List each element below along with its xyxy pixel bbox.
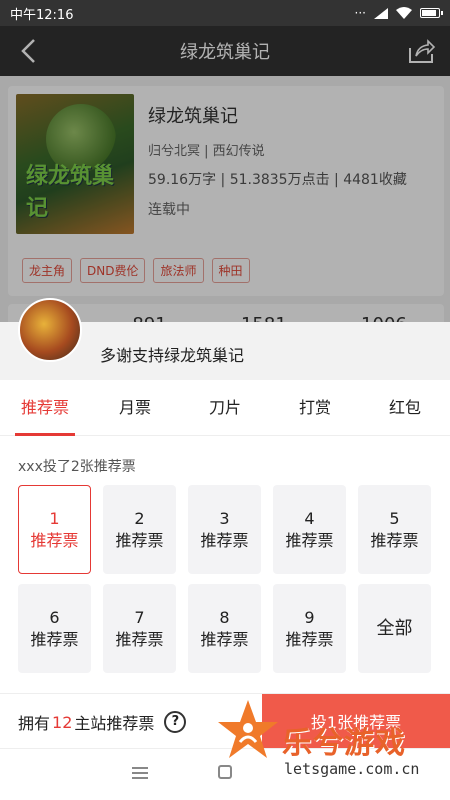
ticket-label: 推荐票	[285, 629, 334, 649]
owned-count: 12	[52, 712, 73, 732]
tab-monthly-ticket[interactable]: 月票	[95, 380, 175, 436]
tab-recommend-ticket[interactable]: 推荐票	[5, 380, 85, 436]
ticket-count: 5	[389, 508, 400, 528]
ticket-label: 推荐票	[30, 530, 79, 550]
watermark: 乐兮游戏 letsgame.com.cn	[216, 698, 450, 800]
ticket-label: 推荐票	[115, 530, 164, 550]
status-icons: ···	[354, 6, 443, 20]
ticket-label: 推荐票	[30, 629, 79, 649]
battery-icon	[420, 8, 443, 18]
menu-icon[interactable]	[132, 767, 148, 779]
book-avatar	[18, 298, 82, 362]
vote-tabs: 推荐票 月票 刀片 打赏 红包	[0, 380, 450, 436]
ticket-count: 9	[304, 607, 315, 627]
ticket-option-1[interactable]: 1 推荐票	[18, 485, 91, 574]
owned-suffix: 主站推荐票	[74, 714, 155, 733]
ticket-option-5[interactable]: 5 推荐票	[358, 485, 431, 574]
tab-blade[interactable]: 刀片	[185, 380, 265, 436]
ticket-label: 推荐票	[115, 629, 164, 649]
ticket-option-9[interactable]: 9 推荐票	[273, 584, 346, 673]
tab-tip[interactable]: 打赏	[275, 380, 355, 436]
dots-icon: ···	[354, 6, 366, 20]
star-logo-icon	[218, 700, 278, 758]
ticket-count: 8	[219, 607, 230, 627]
watermark-brand: 乐兮游戏	[282, 726, 406, 761]
ticket-count: 3	[219, 508, 230, 528]
owned-prefix: 拥有	[18, 714, 51, 733]
ticket-label: 推荐票	[370, 530, 419, 550]
ticket-count: 7	[134, 607, 145, 627]
ticket-amount-grid: 1 推荐票 2 推荐票 3 推荐票 4 推荐票 5 推荐票 6 推荐票 7 推荐…	[18, 485, 432, 673]
ticket-count: 4	[304, 508, 315, 528]
ticket-count: 1	[49, 508, 60, 528]
owned-tickets: 拥有 12 主站推荐票 ?	[18, 710, 187, 734]
watermark-url: letsgame.com.cn	[284, 760, 420, 778]
ticket-count: 6	[49, 607, 60, 627]
help-icon[interactable]: ?	[164, 711, 187, 733]
tab-red-packet[interactable]: 红包	[365, 380, 445, 436]
ticket-label: 推荐票	[200, 530, 249, 550]
ticket-option-3[interactable]: 3 推荐票	[188, 485, 261, 574]
voted-info: xxx投了2张推荐票	[18, 459, 136, 475]
ticket-option-6[interactable]: 6 推荐票	[18, 584, 91, 673]
signal-icon	[374, 7, 388, 19]
status-time: 中午12:16	[10, 7, 74, 23]
ticket-option-2[interactable]: 2 推荐票	[103, 485, 176, 574]
ticket-count: 2	[134, 508, 145, 528]
ticket-label: 推荐票	[200, 629, 249, 649]
sheet-title: 多谢支持绿龙筑巢记	[100, 346, 245, 365]
ticket-label-all: 全部	[376, 617, 413, 639]
ticket-option-8[interactable]: 8 推荐票	[188, 584, 261, 673]
ticket-label: 推荐票	[285, 530, 334, 550]
wifi-icon	[396, 7, 412, 19]
modal-overlay[interactable]	[0, 26, 450, 322]
ticket-option-all[interactable]: 全部	[358, 584, 431, 673]
ticket-option-4[interactable]: 4 推荐票	[273, 485, 346, 574]
ticket-option-7[interactable]: 7 推荐票	[103, 584, 176, 673]
status-bar: 中午12:16 ···	[0, 0, 450, 26]
